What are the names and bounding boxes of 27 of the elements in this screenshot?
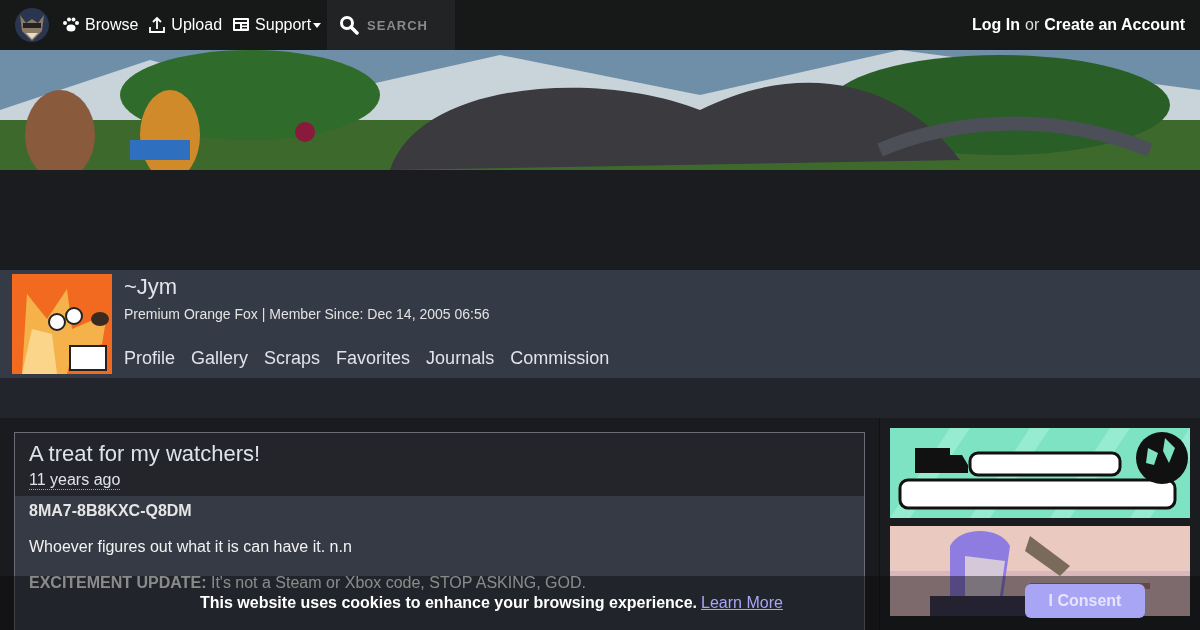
profile-tab[interactable]: Commission bbox=[510, 348, 610, 369]
journal-time: 11 years ago bbox=[29, 471, 121, 490]
user-name: ~Jym bbox=[124, 274, 179, 300]
search-icon bbox=[339, 15, 360, 35]
profile-tab[interactable]: Profile bbox=[124, 348, 176, 369]
profile-tab[interactable]: Scraps bbox=[264, 348, 321, 369]
nav-link[interactable]: Upload bbox=[148, 16, 223, 34]
profile-tab[interactable]: Journals bbox=[426, 348, 495, 369]
nav-link[interactable]: Support bbox=[232, 16, 322, 34]
logo-icon bbox=[12, 5, 52, 45]
journal-title: A treat for my watchers! bbox=[29, 441, 262, 467]
register-link[interactable]: Create an Account bbox=[1044, 16, 1185, 34]
nav-link[interactable]: Browse bbox=[62, 16, 139, 34]
paw-icon bbox=[62, 16, 80, 34]
login-link[interactable]: Log In bbox=[972, 16, 1020, 34]
learn-more-link[interactable]: Learn More bbox=[701, 594, 783, 612]
journal-update: EXCITEMENT UPDATE: It's not a Steam or Xbox code, STOP ASKING, GOD. bbox=[29, 574, 587, 592]
or-text: or bbox=[1025, 16, 1040, 34]
user-subtitle: Premium Orange Fox | Member Since: Dec 14, 2005 06:56 bbox=[124, 306, 491, 322]
profile-tab[interactable]: Favorites bbox=[336, 348, 411, 369]
profile-tab[interactable]: Gallery bbox=[191, 348, 249, 369]
upload-icon bbox=[148, 16, 167, 34]
journal-code: 8MA7-8B8KXC-Q8DM bbox=[29, 502, 193, 520]
search-field[interactable]: SEARCH bbox=[367, 17, 446, 33]
cookie-message: This website uses cookies to enhance your browsing experience. bbox=[200, 594, 698, 612]
journal-text: Whoever figures out what it is can have it. n.n bbox=[29, 538, 353, 556]
newspaper-icon bbox=[232, 16, 251, 34]
